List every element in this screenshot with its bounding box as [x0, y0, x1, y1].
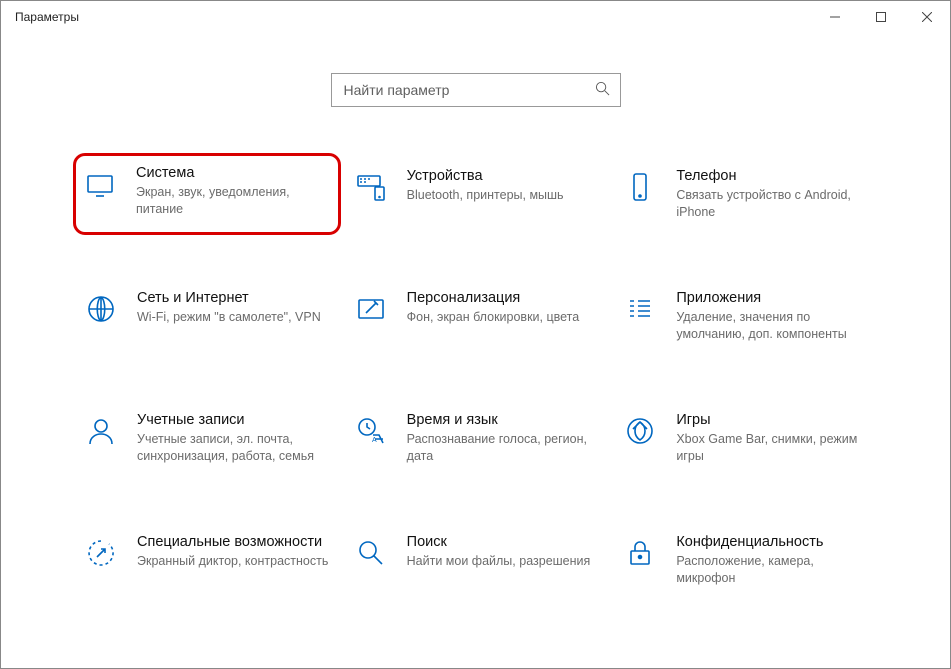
tile-desc: Учетные записи, эл. почта, синхронизация…: [137, 431, 329, 465]
tile-ease-of-access[interactable]: Специальные возможности Экранный диктор,…: [81, 529, 331, 591]
apps-icon: [622, 291, 658, 327]
minimize-button[interactable]: [812, 1, 858, 33]
tile-title: Время и язык: [407, 411, 599, 429]
tile-time-language[interactable]: A Время и язык Распознавание голоса, рег…: [351, 407, 601, 469]
tile-search[interactable]: Поиск Найти мои файлы, разрешения: [351, 529, 601, 591]
tile-devices[interactable]: Устройства Bluetooth, принтеры, мышь: [351, 163, 601, 225]
tile-system[interactable]: Система Экран, звук, уведомления, питани…: [73, 153, 341, 235]
ease-of-access-icon: [83, 535, 119, 571]
devices-icon: [353, 169, 389, 205]
svg-text:A: A: [372, 437, 377, 444]
tile-desc: Экранный диктор, контрастность: [137, 553, 329, 570]
tile-title: Приложения: [676, 289, 868, 307]
maximize-button[interactable]: [858, 1, 904, 33]
tile-desc: Bluetooth, принтеры, мышь: [407, 187, 599, 204]
tile-title: Система: [136, 164, 328, 182]
tile-desc: Экран, звук, уведомления, питание: [136, 184, 328, 218]
tile-apps[interactable]: Приложения Удаление, значения по умолчан…: [620, 285, 870, 347]
tile-title: Персонализация: [407, 289, 599, 307]
tile-title: Игры: [676, 411, 868, 429]
tile-title: Специальные возможности: [137, 533, 329, 551]
tile-desc: Xbox Game Bar, снимки, режим игры: [676, 431, 868, 465]
tile-title: Устройства: [407, 167, 599, 185]
tile-title: Конфиденциальность: [676, 533, 868, 551]
tile-title: Поиск: [407, 533, 599, 551]
tile-desc: Связать устройство с Android, iPhone: [676, 187, 868, 221]
tile-desc: Найти мои файлы, разрешения: [407, 553, 599, 570]
tile-privacy[interactable]: Конфиденциальность Расположение, камера,…: [620, 529, 870, 591]
search-icon: [595, 81, 610, 99]
tile-desc: Удаление, значения по умолчанию, доп. ко…: [676, 309, 868, 343]
search-tile-icon: [353, 535, 389, 571]
tile-desc: Распознавание голоса, регион, дата: [407, 431, 599, 465]
tile-phone[interactable]: Телефон Связать устройство с Android, iP…: [620, 163, 870, 225]
time-language-icon: A: [353, 413, 389, 449]
tile-network[interactable]: Сеть и Интернет Wi-Fi, режим "в самолете…: [81, 285, 331, 347]
system-icon: [82, 166, 118, 202]
gaming-icon: [622, 413, 658, 449]
tile-gaming[interactable]: Игры Xbox Game Bar, снимки, режим игры: [620, 407, 870, 469]
settings-grid: Система Экран, звук, уведомления, питани…: [1, 163, 950, 591]
accounts-icon: [83, 413, 119, 449]
tile-personalization[interactable]: Персонализация Фон, экран блокировки, цв…: [351, 285, 601, 347]
titlebar: Параметры: [1, 1, 950, 33]
search-placeholder: Найти параметр: [344, 82, 595, 98]
tile-title: Учетные записи: [137, 411, 329, 429]
phone-icon: [622, 169, 658, 205]
tile-desc: Расположение, камера, микрофон: [676, 553, 868, 587]
tile-title: Телефон: [676, 167, 868, 185]
tile-title: Сеть и Интернет: [137, 289, 329, 307]
network-icon: [83, 291, 119, 327]
search-input[interactable]: Найти параметр: [331, 73, 621, 107]
close-button[interactable]: [904, 1, 950, 33]
tile-desc: Wi-Fi, режим "в самолете", VPN: [137, 309, 329, 326]
tile-desc: Фон, экран блокировки, цвета: [407, 309, 599, 326]
privacy-icon: [622, 535, 658, 571]
tile-accounts[interactable]: Учетные записи Учетные записи, эл. почта…: [81, 407, 331, 469]
personalization-icon: [353, 291, 389, 327]
window-title: Параметры: [15, 10, 79, 24]
